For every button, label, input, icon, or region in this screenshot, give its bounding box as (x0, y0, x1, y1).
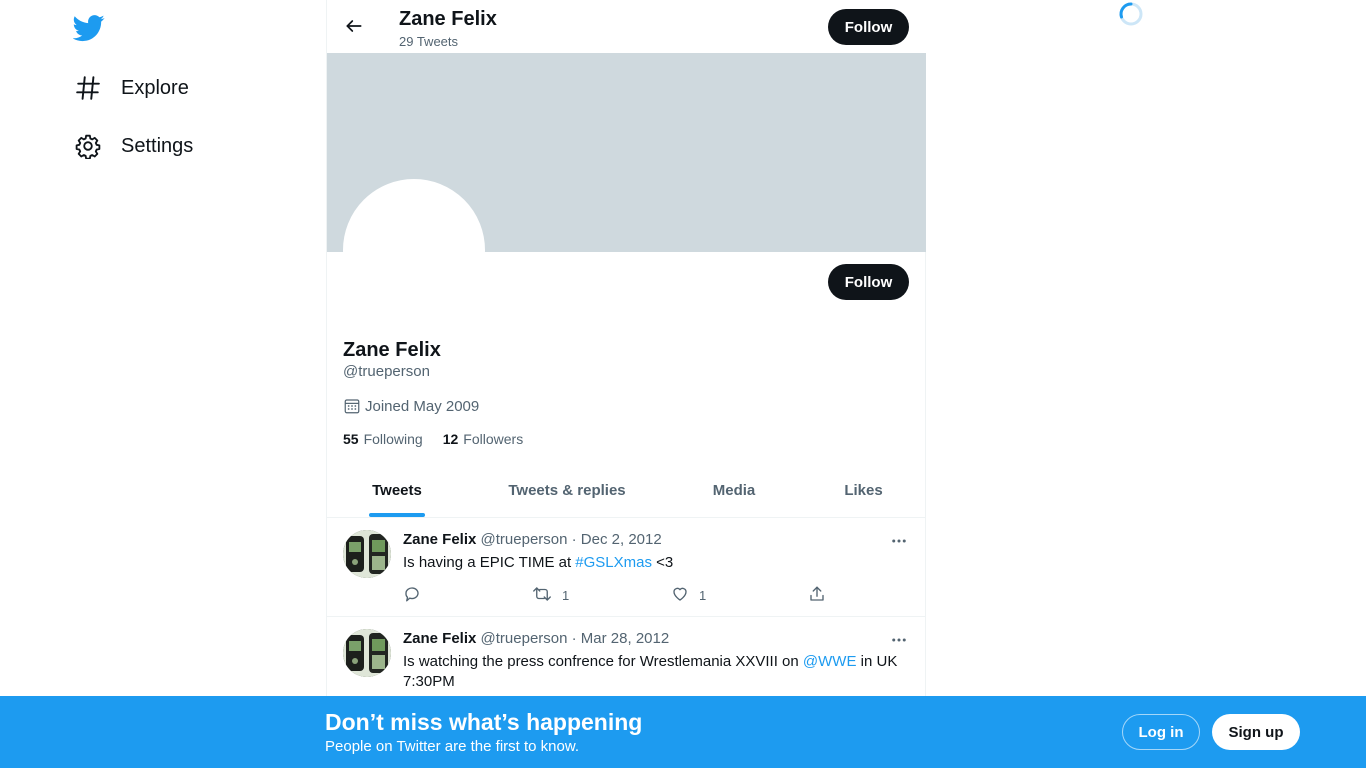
tweet-handle-date[interactable]: @trueperson · Dec 2, 2012 (481, 531, 662, 548)
followers-count: 12 (442, 431, 459, 447)
retweet-icon (532, 585, 552, 606)
gear-icon (74, 132, 102, 160)
signup-banner-subtitle: People on Twitter are the first to know. (325, 738, 580, 755)
heart-icon (671, 585, 689, 606)
like-count: 1 (699, 588, 707, 603)
more-options-icon[interactable] (888, 530, 910, 552)
nav-settings-label: Settings (121, 134, 194, 157)
like-button[interactable]: 1 (671, 585, 706, 606)
tweet-text-part: Is having a EPIC TIME at (403, 554, 576, 571)
loading-spinner-icon (1118, 1, 1144, 27)
signup-button[interactable]: Sign up (1212, 714, 1300, 750)
tweet-text-part: Is watching the press confrence for Wres… (403, 653, 803, 670)
tab-media-label: Media (712, 482, 756, 499)
signup-banner-title: Don’t miss what’s happening (325, 709, 643, 735)
reply-button[interactable] (403, 585, 421, 606)
share-icon (808, 585, 826, 606)
profile-avatar[interactable] (343, 179, 485, 321)
tweet-header: Zane Felix @trueperson · Dec 2, 2012 (403, 531, 662, 548)
follow-counts: 55 Following 12 Followers (343, 431, 543, 447)
following-link[interactable]: 55 Following (343, 431, 423, 447)
tweet-text-part: <3 (652, 554, 674, 571)
tweet[interactable]: Zane Felix @trueperson · Dec 2, 2012 Is … (327, 518, 926, 617)
profile-follow-button[interactable]: Follow (828, 264, 909, 300)
reply-icon (403, 585, 421, 606)
tweet-header: Zane Felix @trueperson · Mar 28, 2012 (403, 630, 669, 647)
profile-header-bar: Zane Felix 29 Tweets Follow (327, 0, 926, 53)
tweet-author-name[interactable]: Zane Felix (403, 531, 476, 548)
header-name: Zane Felix (399, 8, 497, 30)
tweet-avatar[interactable] (343, 629, 391, 677)
tab-media[interactable]: Media (667, 464, 801, 517)
back-arrow-icon[interactable] (341, 13, 367, 39)
joined-date: Joined May 2009 (343, 397, 479, 415)
mention-link[interactable]: @WWE (803, 653, 857, 670)
retweet-button[interactable]: 1 (532, 585, 569, 606)
tweet-actions: 1 1 (403, 585, 833, 605)
nav-explore[interactable]: Explore (74, 68, 189, 108)
nav-settings[interactable]: Settings (74, 126, 193, 166)
following-label: Following (363, 431, 423, 447)
login-button[interactable]: Log in (1122, 714, 1200, 750)
joined-text: Joined May 2009 (365, 397, 480, 415)
followers-label: Followers (463, 431, 524, 447)
following-count: 55 (343, 431, 359, 447)
tweet-author-name[interactable]: Zane Felix (403, 630, 476, 647)
tab-likes[interactable]: Likes (801, 464, 926, 517)
profile-handle: @trueperson (343, 363, 430, 380)
left-nav: Explore Settings (0, 0, 327, 768)
tweet-text: Is watching the press confrence for Wres… (403, 652, 908, 692)
profile-tabs: Tweets Tweets & replies Media Likes (327, 464, 926, 518)
tab-tweets-replies[interactable]: Tweets & replies (467, 464, 667, 517)
more-options-icon[interactable] (888, 629, 910, 651)
share-button[interactable] (808, 585, 826, 606)
signup-banner: Don’t miss what’s happening People on Tw… (0, 696, 1366, 768)
tab-likes-label: Likes (844, 482, 883, 499)
hashtag-link[interactable]: #GSLXmas (575, 554, 652, 571)
header-follow-button[interactable]: Follow (828, 9, 909, 45)
nav-explore-label: Explore (121, 76, 189, 99)
followers-link[interactable]: 12 Followers (443, 431, 523, 447)
header-tweet-count: 29 Tweets (399, 34, 459, 49)
tab-tweets[interactable]: Tweets (327, 464, 467, 517)
profile-name: Zane Felix (343, 339, 441, 361)
active-tab-indicator (369, 513, 425, 517)
tweet-avatar[interactable] (343, 530, 391, 578)
calendar-icon (343, 397, 361, 415)
retweet-count: 1 (562, 588, 570, 603)
hashtag-icon (74, 74, 102, 102)
tweet-handle-date[interactable]: @trueperson · Mar 28, 2012 (481, 630, 670, 647)
tweet-text: Is having a EPIC TIME at #GSLXmas <3 (403, 553, 908, 573)
profile-column: Zane Felix 29 Tweets Follow Follow Zane … (326, 0, 926, 768)
tab-tweets-replies-label: Tweets & replies (508, 482, 626, 499)
twitter-logo-icon[interactable] (72, 12, 105, 44)
tab-tweets-label: Tweets (372, 482, 422, 499)
